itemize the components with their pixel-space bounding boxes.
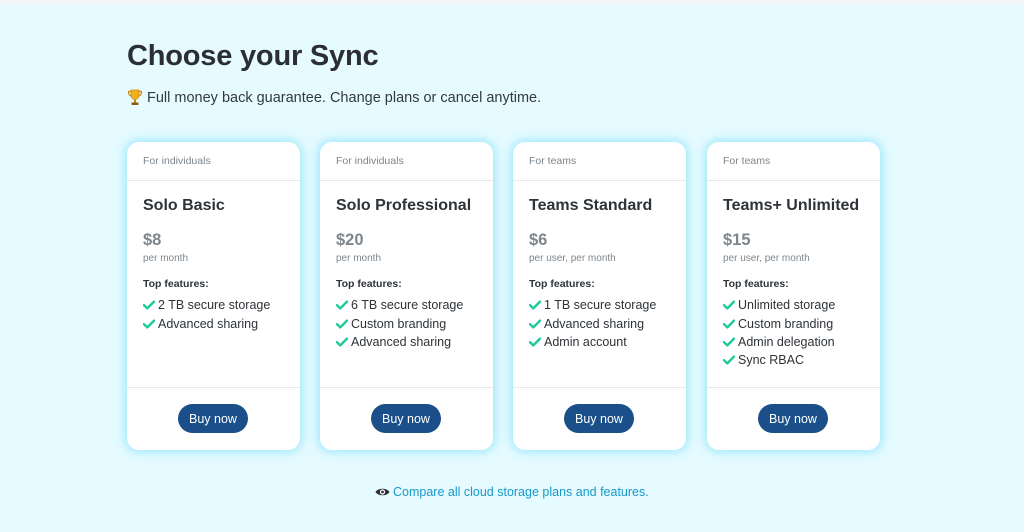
plan-card: For individuals Solo Basic $8 per month … xyxy=(127,142,300,450)
plan-card: For teams Teams Standard $6 per user, pe… xyxy=(513,142,686,450)
buy-now-button[interactable]: Buy now xyxy=(178,404,248,433)
check-icon xyxy=(529,337,541,347)
plan-card: For individuals Solo Professional $20 pe… xyxy=(320,142,493,450)
feature-text: Admin delegation xyxy=(738,334,835,349)
feature-item: Sync RBAC xyxy=(723,351,880,369)
feature-list: 1 TB secure storage Advanced sharing Adm… xyxy=(529,296,686,351)
features-label: Top features: xyxy=(529,278,595,290)
features-label: Top features: xyxy=(723,278,789,290)
feature-list: Unlimited storage Custom branding Admin … xyxy=(723,296,880,370)
feature-text: Custom branding xyxy=(738,316,834,331)
plan-name: Solo Basic xyxy=(143,197,225,214)
plan-name: Solo Professional xyxy=(336,197,472,214)
buy-now-button[interactable]: Buy now xyxy=(758,404,828,433)
plan-period: per month xyxy=(143,253,189,264)
feature-text: Advanced sharing xyxy=(544,316,645,331)
feature-text: 6 TB secure storage xyxy=(351,298,464,313)
check-icon xyxy=(723,355,735,365)
plan-cards: For individuals Solo Basic $8 per month … xyxy=(127,142,887,452)
card-footer: Buy now xyxy=(127,387,300,450)
subtitle-text: Full money back guarantee. Change plans … xyxy=(147,89,542,106)
feature-item: Custom branding xyxy=(723,314,880,332)
compare-plans-link[interactable]: Compare all cloud storage plans and feat… xyxy=(375,485,649,499)
feature-text: Sync RBAC xyxy=(738,353,804,368)
plan-price: $20 xyxy=(336,231,364,249)
eye-icon xyxy=(375,488,390,496)
feature-text: 1 TB secure storage xyxy=(544,298,657,313)
plan-period: per user, per month xyxy=(529,253,616,264)
guarantee-line: Full money back guarantee. Change plans … xyxy=(127,89,541,106)
check-icon xyxy=(336,318,348,329)
plan-card: For teams Teams+ Unlimited $15 per user,… xyxy=(707,142,880,450)
feature-list: 6 TB secure storage Custom branding Adva… xyxy=(336,296,493,351)
check-icon xyxy=(529,318,541,329)
page-title: Choose your Sync xyxy=(127,40,379,72)
feature-text: Admin account xyxy=(544,334,627,349)
feature-item: Advanced sharing xyxy=(336,333,493,351)
buy-now-button[interactable]: Buy now xyxy=(564,404,634,433)
features-label: Top features: xyxy=(143,278,209,290)
feature-item: Custom branding xyxy=(336,314,493,332)
top-bar xyxy=(0,0,1024,4)
feature-item: 1 TB secure storage xyxy=(529,296,686,314)
feature-item: Unlimited storage xyxy=(723,296,880,314)
check-icon xyxy=(529,300,541,310)
plan-audience: For teams xyxy=(513,142,686,181)
plan-audience: For teams xyxy=(707,142,880,181)
check-icon xyxy=(336,337,348,347)
plan-price: $8 xyxy=(143,231,162,249)
buy-now-button[interactable]: Buy now xyxy=(371,404,441,433)
features-label: Top features: xyxy=(336,278,402,290)
feature-item: Advanced sharing xyxy=(529,314,686,332)
plan-price: $15 xyxy=(723,231,751,249)
plan-audience: For individuals xyxy=(320,142,493,181)
feature-item: 6 TB secure storage xyxy=(336,296,493,314)
feature-text: Advanced sharing xyxy=(158,316,259,331)
check-icon xyxy=(143,300,155,310)
feature-text: Unlimited storage xyxy=(738,298,836,313)
check-icon xyxy=(336,300,348,310)
check-icon xyxy=(723,318,735,329)
plan-name: Teams Standard xyxy=(529,197,653,214)
trophy-icon xyxy=(127,89,143,105)
feature-text: 2 TB secure storage xyxy=(158,298,271,313)
feature-item: Admin account xyxy=(529,333,686,351)
check-icon xyxy=(723,300,735,310)
plan-price: $6 xyxy=(529,231,548,249)
feature-item: 2 TB secure storage xyxy=(143,296,300,314)
check-icon xyxy=(723,337,735,347)
plan-period: per user, per month xyxy=(723,253,810,264)
feature-item: Admin delegation xyxy=(723,333,880,351)
feature-text: Custom branding xyxy=(351,316,447,331)
feature-item: Advanced sharing xyxy=(143,314,300,332)
card-footer: Buy now xyxy=(320,387,493,450)
plan-period: per month xyxy=(336,253,382,264)
feature-list: 2 TB secure storage Advanced sharing xyxy=(143,296,300,333)
plan-audience: For individuals xyxy=(127,142,300,181)
check-icon xyxy=(143,318,155,329)
card-footer: Buy now xyxy=(707,387,880,450)
plan-name: Teams+ Unlimited xyxy=(723,197,860,214)
compare-link-text[interactable]: Compare all cloud storage plans and feat… xyxy=(393,485,649,499)
card-footer: Buy now xyxy=(513,387,686,450)
feature-text: Advanced sharing xyxy=(351,334,452,349)
